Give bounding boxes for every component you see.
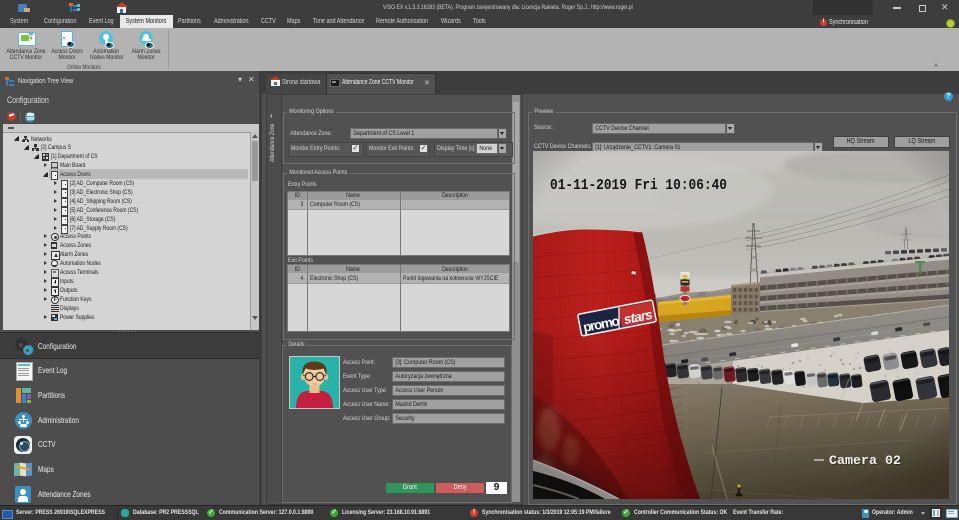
svg-text:Camera 02: Camera 02 — [829, 453, 901, 468]
svg-text:01-11-2019 Fri 10:06:40: 01-11-2019 Fri 10:06:40 — [550, 177, 727, 194]
